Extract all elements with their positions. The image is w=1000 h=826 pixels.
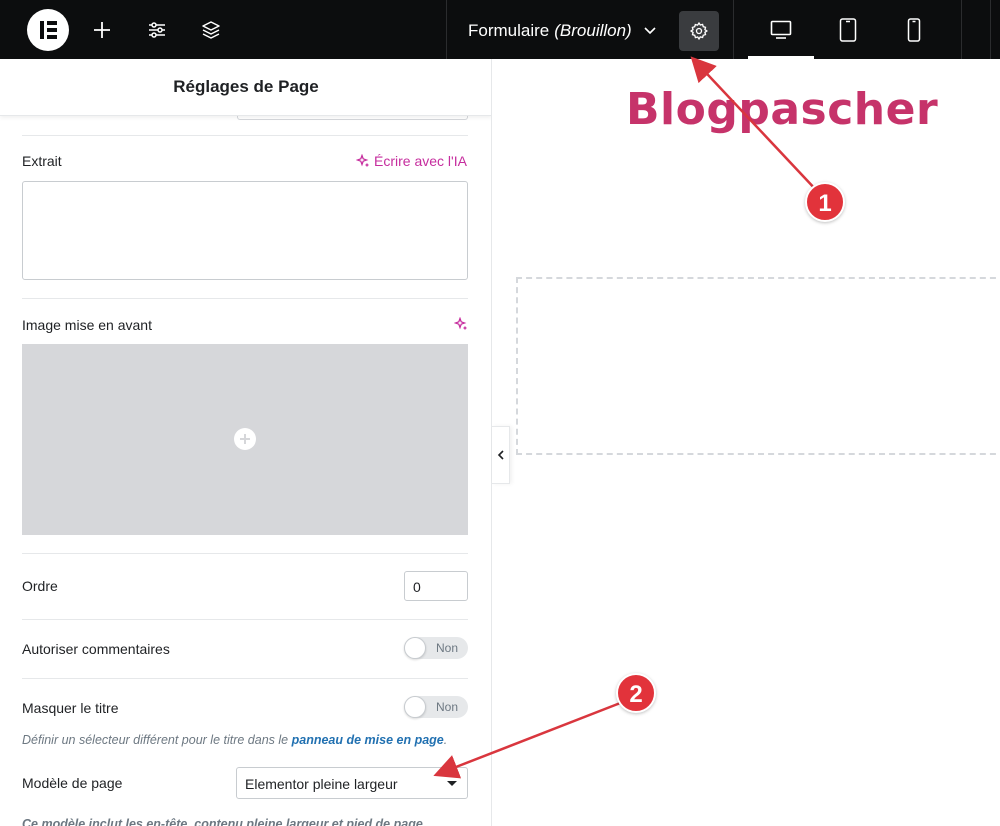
allow-comments-label: Autoriser commentaires (22, 641, 170, 657)
topbar-separator (990, 0, 991, 59)
collapse-panel-button[interactable] (492, 426, 510, 484)
document-name: Formulaire (468, 21, 550, 40)
device-tablet-button[interactable] (815, 0, 881, 59)
order-label: Ordre (22, 578, 58, 594)
write-with-ai-label: Écrire avec l'IA (374, 153, 467, 169)
top-bar: Formulaire (Brouillon) (0, 0, 1000, 59)
featured-image-dropzone[interactable] (22, 344, 468, 535)
write-with-ai-link[interactable]: Écrire avec l'IA (356, 153, 467, 169)
toggle-knob (404, 696, 426, 718)
hide-title-toggle[interactable]: Non (404, 696, 468, 718)
document-title[interactable]: Formulaire (Brouillon) (468, 20, 632, 42)
page-template-label: Modèle de page (22, 775, 123, 791)
panel-header: Réglages de Page (0, 59, 491, 116)
document-menu-toggle[interactable] (640, 20, 660, 40)
annotation-badge-2: 2 (616, 673, 656, 713)
allow-comments-toggle[interactable]: Non (404, 637, 468, 659)
desktop-icon (770, 20, 792, 39)
divider (22, 553, 468, 554)
topbar-separator (961, 0, 962, 59)
layout-panel-link[interactable]: panneau de mise en page (292, 733, 444, 747)
structure-button[interactable] (195, 14, 227, 46)
annotation-badge-1: 1 (805, 182, 845, 222)
page-settings-panel: Réglages de Page Extrait Écrire avec l'I… (0, 59, 492, 826)
topbar-separator (733, 0, 734, 59)
page-template-select[interactable]: Elementor pleine largeur (236, 767, 468, 799)
divider (22, 619, 468, 620)
order-input[interactable]: 0 (404, 571, 468, 601)
hide-title-help: Définir un sélecteur différent pour le t… (22, 733, 447, 747)
layers-icon (202, 21, 220, 39)
hide-title-label: Masquer le titre (22, 700, 119, 716)
featured-image-label: Image mise en avant (22, 317, 152, 333)
toggle-knob (404, 637, 426, 659)
page-settings-button[interactable] (679, 11, 719, 51)
add-icon (94, 22, 110, 38)
panel-title: Réglages de Page (173, 77, 319, 96)
site-settings-button[interactable] (141, 14, 173, 46)
divider (22, 678, 468, 679)
ai-sparkle-icon (356, 154, 369, 167)
help-text: Définir un sélecteur différent pour le t… (22, 733, 289, 747)
excerpt-textarea[interactable] (22, 181, 468, 280)
watermark: Blogpascher (626, 84, 939, 135)
add-image-icon[interactable] (234, 428, 256, 450)
excerpt-label: Extrait (22, 153, 62, 169)
divider (22, 135, 468, 136)
mobile-icon (907, 17, 921, 42)
title-input-stub[interactable] (237, 116, 468, 120)
document-status: (Brouillon) (554, 21, 632, 40)
add-element-button[interactable] (86, 14, 118, 46)
caret-down-icon (447, 781, 457, 786)
device-mobile-button[interactable] (881, 0, 947, 59)
topbar-separator (446, 0, 447, 59)
device-desktop-button[interactable] (748, 0, 814, 59)
gear-icon (689, 21, 708, 41)
settings-sliders-icon (149, 22, 165, 38)
tablet-icon (839, 17, 857, 42)
help-text-suffix: . (443, 733, 448, 747)
page-template-help: Ce modèle inclut les en-tête, contenu pl… (22, 817, 423, 826)
chevron-left-icon (497, 450, 504, 460)
empty-section-dropzone[interactable] (516, 277, 1000, 455)
divider (22, 298, 468, 299)
chevron-down-icon (644, 27, 656, 35)
toggle-value: Non (436, 700, 459, 714)
toggle-value: Non (436, 641, 459, 655)
ai-sparkle-icon[interactable] (454, 317, 468, 331)
elementor-logo-icon[interactable] (27, 9, 69, 51)
page-template-value: Elementor pleine largeur (245, 776, 398, 792)
